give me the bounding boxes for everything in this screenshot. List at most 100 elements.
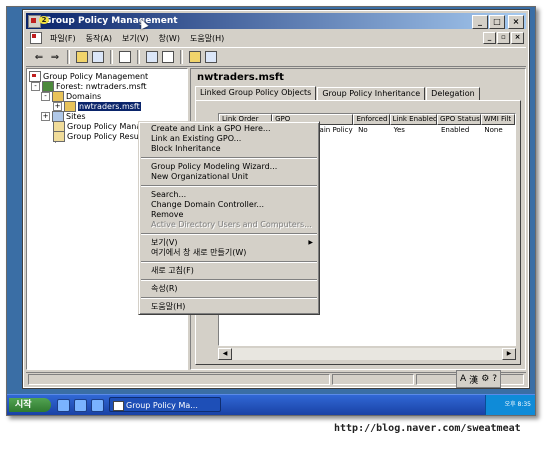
menu-item-block-inheritance[interactable]: Block Inheritance (139, 144, 319, 154)
tree-item-label: Forest: nwtraders.msft (56, 82, 147, 91)
explorer-icon[interactable] (91, 399, 104, 412)
menu-item-modeling-wizard[interactable]: Group Policy Modeling Wizard... (139, 162, 319, 172)
scroll-left-button[interactable]: ◀ (218, 348, 232, 360)
menu-help[interactable]: 도움말(H) (185, 33, 229, 44)
watermark-url: http://blog.naver.com/sweatmeat (334, 423, 521, 434)
screenshot-frame: Group Policy Management _ □ × 파일(F) 동작(A… (6, 6, 536, 416)
tree-item-label-selected: nwtraders.msft (78, 102, 141, 111)
status-cell (28, 374, 330, 385)
menu-separator (141, 279, 317, 281)
tree-item-results[interactable]: Group Policy Results (53, 131, 148, 142)
hanja-icon[interactable]: 漢 (469, 373, 478, 386)
menu-window[interactable]: 창(W) (153, 33, 185, 44)
language-bar[interactable]: A 漢 ⚙ ? (456, 370, 502, 388)
menu-item-link-existing-gpo[interactable]: Link an Existing GPO... (139, 134, 319, 144)
menu-bar: 파일(F) 동작(A) 보기(V) 창(W) 도움말(H) _ ▫ × (26, 31, 526, 45)
column-header[interactable]: Enforced (353, 114, 390, 125)
toolbar-separator (180, 50, 183, 64)
cell-wmi: None (484, 126, 503, 134)
toolbar-separator (110, 50, 113, 64)
window-title: Group Policy Management (44, 16, 178, 26)
tree-item-label: Group Policy Results (67, 132, 149, 141)
desktop-icon[interactable] (74, 399, 87, 412)
menu-separator (141, 157, 317, 159)
toolbar: ⇐ ⇒ (26, 47, 526, 67)
menu-separator (141, 233, 317, 235)
expand-icon[interactable]: + (53, 102, 62, 111)
toolbar-separator (67, 50, 70, 64)
document-icon[interactable] (30, 32, 42, 44)
mdi-buttons: _ ▫ × (483, 32, 524, 44)
menu-separator (141, 261, 317, 263)
menu-item-new-ou[interactable]: New Organizational Unit (139, 172, 319, 182)
cell-status: Enabled (440, 126, 470, 134)
collapse-icon[interactable]: - (41, 92, 50, 101)
gear-icon[interactable]: ⚙ (481, 374, 489, 384)
taskbar-button-gpmc[interactable]: Group Policy Ma... (109, 397, 221, 412)
menu-item-create-link-gpo[interactable]: Create and Link a GPO Here... (139, 124, 319, 134)
show-tree-icon[interactable] (91, 50, 105, 64)
cell-link-enabled: Yes (393, 126, 405, 134)
menu-action[interactable]: 동작(A) (81, 33, 117, 44)
tab-linked-gpos[interactable]: Linked Group Policy Objects (195, 86, 317, 101)
title-buttons: _ □ × (472, 15, 524, 29)
minimize-button[interactable]: _ (472, 15, 488, 29)
column-header[interactable]: WMI Filt (480, 114, 515, 125)
annotation-marker: 2 (39, 16, 49, 24)
tab-inheritance[interactable]: Group Policy Inheritance (317, 87, 426, 101)
start-button[interactable]: 시작 (9, 398, 51, 412)
menu-item-aduc: Active Directory Users and Computers... (151, 220, 312, 229)
close-button[interactable]: × (508, 15, 524, 29)
input-mode-icon[interactable]: A (460, 374, 466, 384)
menu-view[interactable]: 보기(V) (117, 33, 153, 44)
menu-item-properties[interactable]: 속성(R) (139, 284, 319, 294)
system-tray: 오후 8:35 (485, 395, 535, 415)
mdi-minimize-button[interactable]: _ (483, 32, 496, 44)
tree-item-label: Domains (66, 92, 102, 101)
results-icon (53, 131, 65, 142)
scroll-right-button[interactable]: ▶ (502, 348, 516, 360)
clock[interactable]: 오후 8:35 (505, 401, 531, 408)
delete-icon[interactable] (118, 50, 132, 64)
mdi-close-button[interactable]: × (511, 32, 524, 44)
toolbar-separator (137, 50, 140, 64)
taskbar: 시작 Group Policy Ma... 오후 8:35 (7, 394, 535, 415)
new-window-icon[interactable] (204, 50, 218, 64)
menu-item-help[interactable]: 도움말(H) (139, 302, 319, 312)
menu-separator (141, 185, 317, 187)
ie-icon[interactable] (57, 399, 70, 412)
tree-item-label: Sites (66, 112, 86, 121)
cell-enforced: No (358, 126, 368, 134)
collapse-icon[interactable]: - (31, 82, 40, 91)
status-bar (26, 372, 526, 385)
context-menu: Create and Link a GPO Here... Link an Ex… (138, 121, 320, 315)
back-icon[interactable]: ⇐ (32, 50, 46, 64)
menu-item-search[interactable]: Search... (139, 190, 319, 200)
maximize-button[interactable]: □ (489, 15, 505, 29)
title-bar[interactable]: Group Policy Management _ □ × (26, 13, 526, 29)
tab-delegation[interactable]: Delegation (426, 87, 480, 101)
horizontal-scrollbar[interactable]: ◀ ▶ (218, 348, 516, 360)
menu-item-refresh[interactable]: 새로 고침(F) (139, 266, 319, 276)
menu-item-label: 보기(V) (151, 238, 178, 247)
quick-launch (57, 399, 104, 412)
menu-separator (141, 297, 317, 299)
menu-item-remove[interactable]: Remove (139, 210, 319, 220)
export-icon[interactable] (161, 50, 175, 64)
up-folder-icon[interactable] (75, 50, 89, 64)
properties-icon[interactable] (145, 50, 159, 64)
menu-item-view[interactable]: 보기(V) ▶ (139, 238, 319, 248)
help-icon[interactable]: ? (492, 374, 497, 384)
menu-item-new-window[interactable]: 여기에서 창 새로 만들기(W) (139, 248, 319, 258)
column-header[interactable]: GPO Status (437, 114, 481, 125)
expand-icon[interactable]: + (41, 112, 50, 121)
menu-file[interactable]: 파일(F) (45, 33, 81, 44)
main-window: Group Policy Management _ □ × 파일(F) 동작(A… (22, 9, 530, 389)
forward-icon[interactable]: ⇒ (48, 50, 62, 64)
column-header[interactable]: Link Enabled (389, 114, 438, 125)
help-icon[interactable] (188, 50, 202, 64)
mdi-restore-button[interactable]: ▫ (497, 32, 510, 44)
tree-item-label: Group Policy Management (43, 72, 149, 81)
pane-title: nwtraders.msft (197, 72, 284, 83)
menu-item-change-dc[interactable]: Change Domain Controller... (139, 200, 319, 210)
